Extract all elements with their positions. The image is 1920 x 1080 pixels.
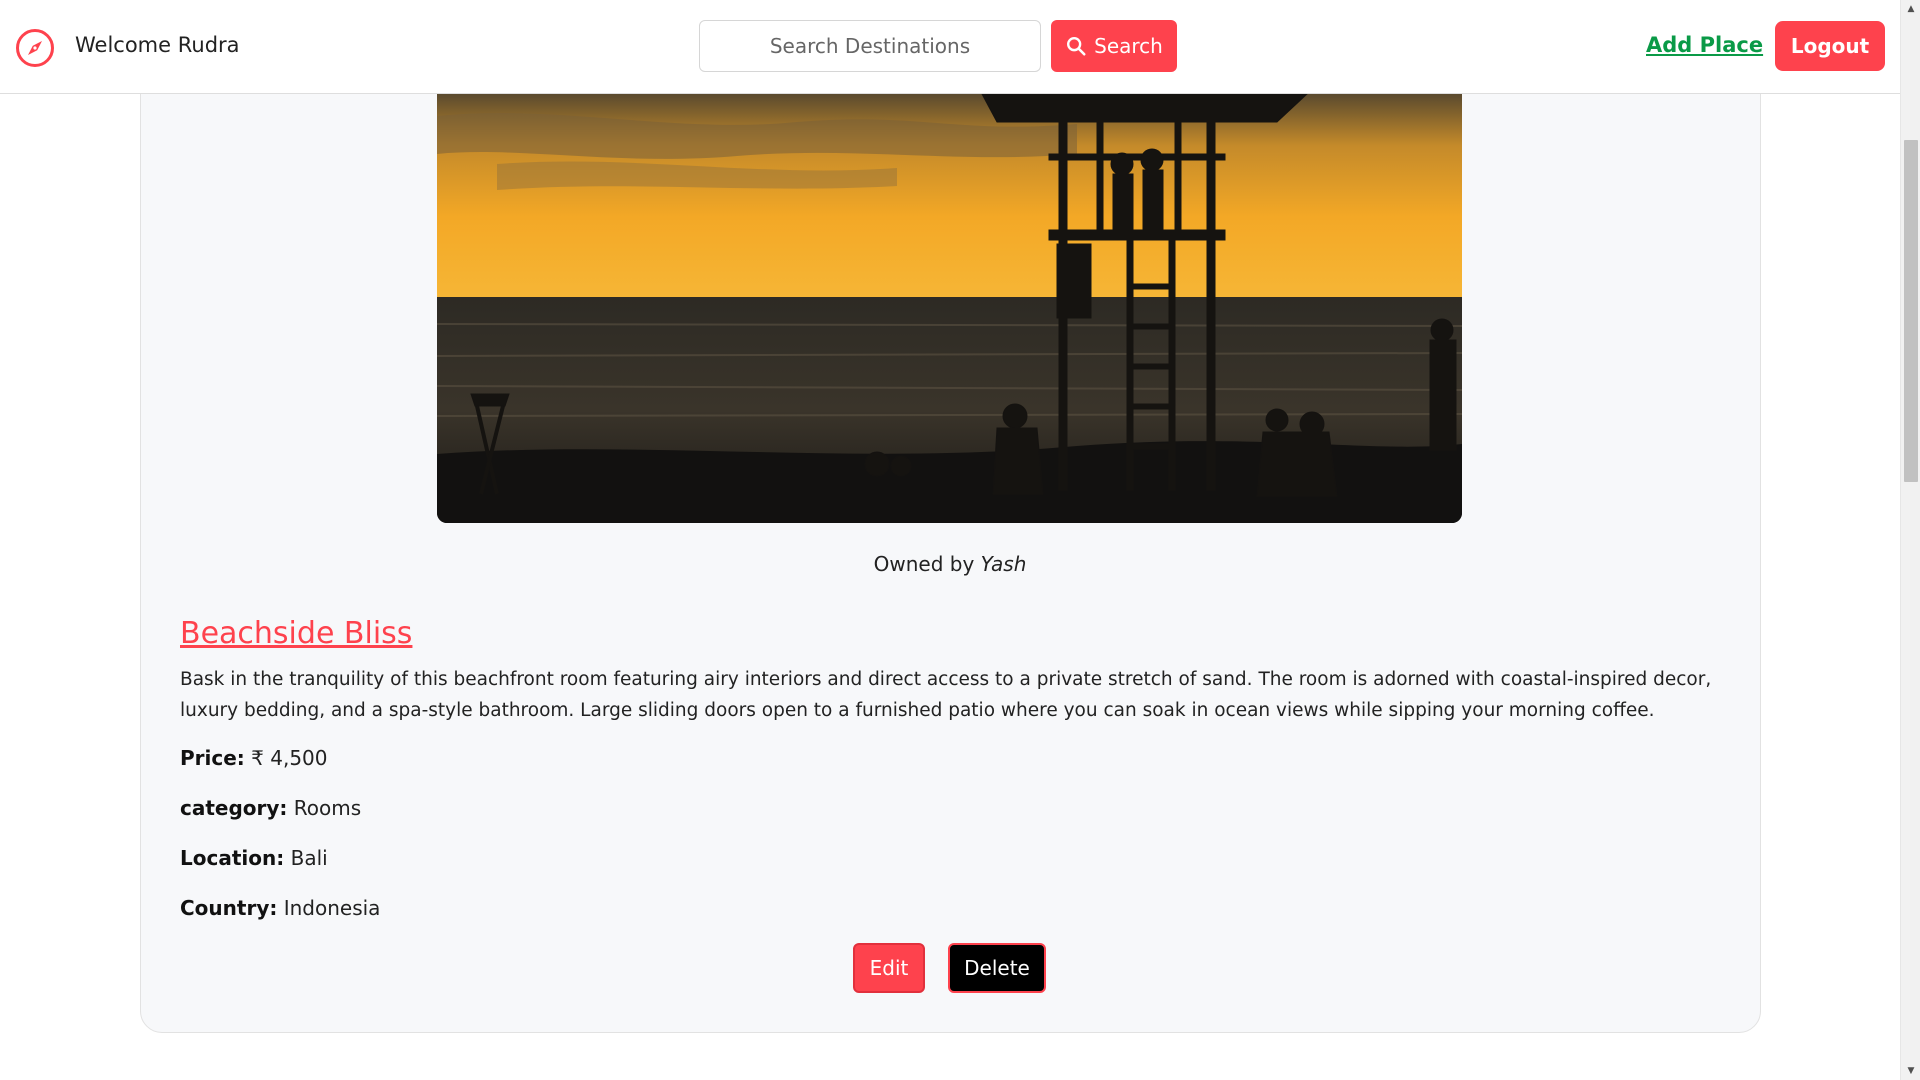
listing-title[interactable]: Beachside Bliss [180,616,412,651]
compass-icon[interactable] [14,27,56,69]
welcome-text: Welcome Rudra [75,33,240,57]
add-place-link[interactable]: Add Place [1646,33,1763,57]
scroll-down-arrow-icon[interactable]: ▼ [1901,1062,1920,1080]
category-row: category: Rooms [180,796,361,820]
owner-name: Yash [980,552,1027,576]
price-value: ₹ 4,500 [251,746,328,770]
location-value: Bali [290,846,328,870]
delete-button[interactable]: Delete [948,943,1046,993]
country-label: Country: [180,896,278,920]
search-button[interactable]: Search [1051,20,1177,72]
category-value: Rooms [293,796,362,820]
search-button-label: Search [1094,34,1163,58]
scroll-up-arrow-icon[interactable]: ▲ [1901,0,1920,18]
vertical-scrollbar[interactable]: ▲ ▼ [1900,0,1920,1080]
owner-line: Owned by Yash [0,552,1900,576]
scrollbar-thumb[interactable] [1904,140,1918,482]
edit-button[interactable]: Edit [853,943,925,993]
location-row: Location: Bali [180,846,328,870]
search-icon [1067,37,1086,56]
country-value: Indonesia [283,896,381,920]
listing-description: Bask in the tranquility of this beachfro… [180,669,1712,721]
location-label: Location: [180,846,285,870]
logout-button[interactable]: Logout [1775,21,1885,71]
price-label: Price: [180,746,245,770]
price-row: Price: ₹ 4,500 [180,746,328,770]
category-label: category: [180,796,288,820]
top-navbar: Welcome Rudra Search Add Place Logout [0,0,1900,94]
owner-prefix: Owned by [873,552,975,576]
search-input[interactable] [699,20,1041,72]
listing-photo [437,94,1462,523]
country-row: Country: Indonesia [180,896,380,920]
